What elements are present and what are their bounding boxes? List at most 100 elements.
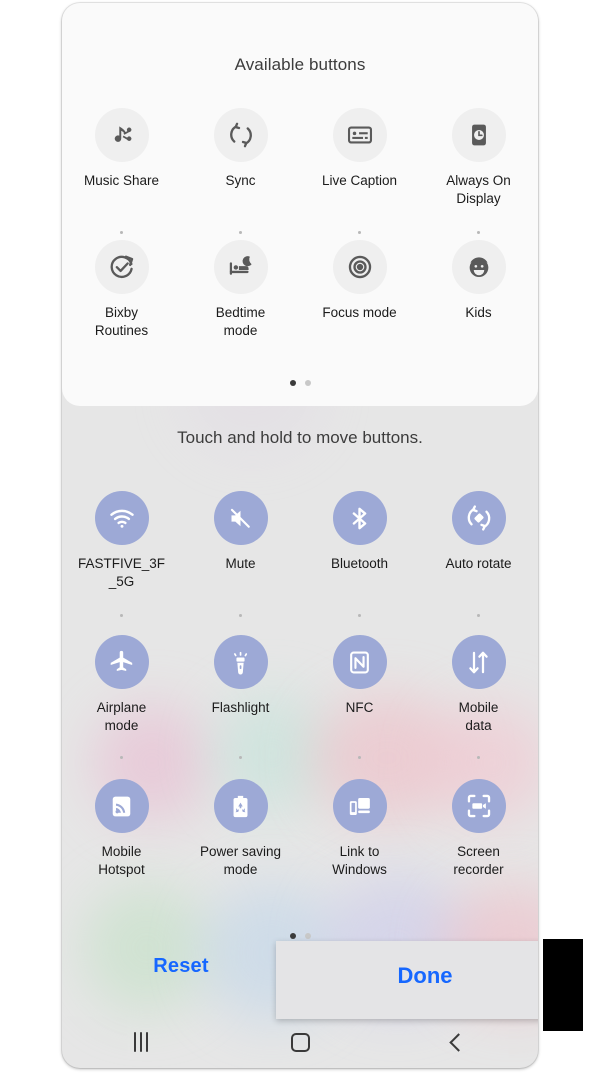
- tile-label: Kids: [465, 305, 492, 320]
- flashlight-icon: [213, 635, 268, 689]
- focus-mode-icon: [332, 240, 387, 294]
- tile-link-to-windows[interactable]: Link to Windows: [305, 779, 415, 879]
- available-buttons-row-1: Music Share Sync Live Caption Always On …: [62, 108, 538, 208]
- screenshot-root: Available buttons Music Share Sync Live …: [0, 0, 600, 1077]
- tile-label: Sync: [225, 173, 256, 188]
- active-page-indicator[interactable]: [62, 933, 538, 939]
- tile-label: FASTFIVE_3F _5G: [77, 556, 166, 589]
- active-buttons-row-2: Airplane mode Flashlight NFC Mobile data: [62, 635, 538, 735]
- tile-label: Live Caption: [321, 173, 398, 188]
- tile-wifi[interactable]: FASTFIVE_3F _5G: [67, 491, 177, 591]
- gap-dot: [358, 231, 361, 234]
- gap-dot: [120, 756, 123, 759]
- active-buttons-row-1: FASTFIVE_3F _5G Mute Bluetooth Auto rota…: [62, 491, 538, 591]
- tile-label: Bluetooth: [330, 556, 389, 571]
- gap-dot: [120, 614, 123, 617]
- available-buttons-row-2: Bixby Routines Bedtime mode Focus mode K…: [62, 240, 538, 340]
- tile-screen-recorder[interactable]: Screen recorder: [424, 779, 534, 879]
- sync-icon: [213, 108, 268, 162]
- tile-label: Airplane mode: [96, 700, 147, 733]
- tile-label: Mobile Hotspot: [98, 844, 145, 877]
- mobile-hotspot-icon: [94, 779, 149, 833]
- tile-focus-mode[interactable]: Focus mode: [305, 240, 415, 340]
- tile-flashlight[interactable]: Flashlight: [186, 635, 296, 735]
- link-to-windows-icon: [332, 779, 387, 833]
- tile-bluetooth[interactable]: Bluetooth: [305, 491, 415, 591]
- wallpaper-blob: [82, 883, 212, 1013]
- drag-gap-dots-active-2: [62, 756, 538, 759]
- tile-nfc[interactable]: NFC: [305, 635, 415, 735]
- done-button-overlay[interactable]: Done: [276, 941, 538, 1019]
- gap-dot: [477, 756, 480, 759]
- page-dot-active: [289, 933, 296, 939]
- nfc-icon: [332, 635, 387, 689]
- available-page-indicator[interactable]: [62, 380, 538, 386]
- bluetooth-icon: [332, 491, 387, 545]
- bedtime-mode-icon: [213, 240, 268, 294]
- tile-label: Bedtime mode: [215, 305, 266, 338]
- wifi-icon: [94, 491, 149, 545]
- tile-label: Flashlight: [211, 700, 270, 715]
- done-button-label: Done: [397, 963, 453, 988]
- live-caption-icon: [332, 108, 387, 162]
- system-navigation-bar: [62, 1016, 538, 1068]
- tile-mute[interactable]: Mute: [186, 491, 296, 591]
- tile-kids[interactable]: Kids: [424, 240, 534, 340]
- tile-mobile-data[interactable]: Mobile data: [424, 635, 534, 735]
- page-dot: [304, 933, 311, 939]
- mute-icon: [213, 491, 268, 545]
- gap-dot: [358, 756, 361, 759]
- phone-screen-card: Available buttons Music Share Sync Live …: [62, 3, 538, 1068]
- move-buttons-hint: Touch and hold to move buttons.: [177, 428, 423, 447]
- gap-dot: [120, 231, 123, 234]
- gap-dot: [239, 614, 242, 617]
- screen-recorder-icon: [451, 779, 506, 833]
- tile-label: NFC: [345, 700, 374, 715]
- tile-label: Bixby Routines: [94, 305, 149, 338]
- mobile-data-icon: [451, 635, 506, 689]
- tile-live-caption[interactable]: Live Caption: [305, 108, 415, 208]
- airplane-mode-icon: [94, 635, 149, 689]
- tile-bedtime-mode[interactable]: Bedtime mode: [186, 240, 296, 340]
- music-share-icon: [94, 108, 149, 162]
- page-dot-active: [289, 380, 296, 386]
- tile-label: Always On Display: [446, 173, 511, 206]
- recents-icon: [134, 1032, 149, 1052]
- nav-recents-button[interactable]: [62, 1032, 221, 1052]
- tile-bixby-routines[interactable]: Bixby Routines: [67, 240, 177, 340]
- tile-label: Music Share: [83, 173, 160, 188]
- drag-gap-dots-available: [62, 231, 538, 234]
- gap-dot: [358, 614, 361, 617]
- always-on-display-icon: [451, 108, 506, 162]
- tile-auto-rotate[interactable]: Auto rotate: [424, 491, 534, 591]
- gap-dot: [477, 231, 480, 234]
- back-icon: [449, 1032, 468, 1052]
- drag-gap-dots-active-1: [62, 614, 538, 617]
- nav-home-button[interactable]: [221, 1032, 380, 1052]
- tile-label: Auto rotate: [445, 556, 512, 571]
- page-dot: [304, 380, 311, 386]
- gap-dot: [239, 756, 242, 759]
- active-buttons-row-3: Mobile Hotspot Power saving mode Link to…: [62, 779, 538, 879]
- tile-music-share[interactable]: Music Share: [67, 108, 177, 208]
- tile-label: Focus mode: [322, 305, 397, 320]
- tile-power-saving-mode[interactable]: Power saving mode: [186, 779, 296, 879]
- reset-button[interactable]: Reset: [62, 955, 300, 978]
- kids-icon: [451, 240, 506, 294]
- focus-highlight-box: [543, 939, 583, 1031]
- tile-label: Screen recorder: [453, 844, 504, 877]
- tile-always-on-display[interactable]: Always On Display: [424, 108, 534, 208]
- tile-label: Mobile data: [458, 700, 499, 733]
- tile-label: Link to Windows: [332, 844, 387, 877]
- tile-mobile-hotspot[interactable]: Mobile Hotspot: [67, 779, 177, 879]
- tile-airplane-mode[interactable]: Airplane mode: [67, 635, 177, 735]
- home-icon: [290, 1032, 310, 1052]
- auto-rotate-icon: [451, 491, 506, 545]
- gap-dot: [239, 231, 242, 234]
- tile-label: Mute: [225, 556, 256, 571]
- nav-back-button[interactable]: [379, 1032, 538, 1052]
- tile-sync[interactable]: Sync: [186, 108, 296, 208]
- gap-dot: [477, 614, 480, 617]
- bixby-routines-icon: [94, 240, 149, 294]
- tile-label: Power saving mode: [199, 844, 282, 877]
